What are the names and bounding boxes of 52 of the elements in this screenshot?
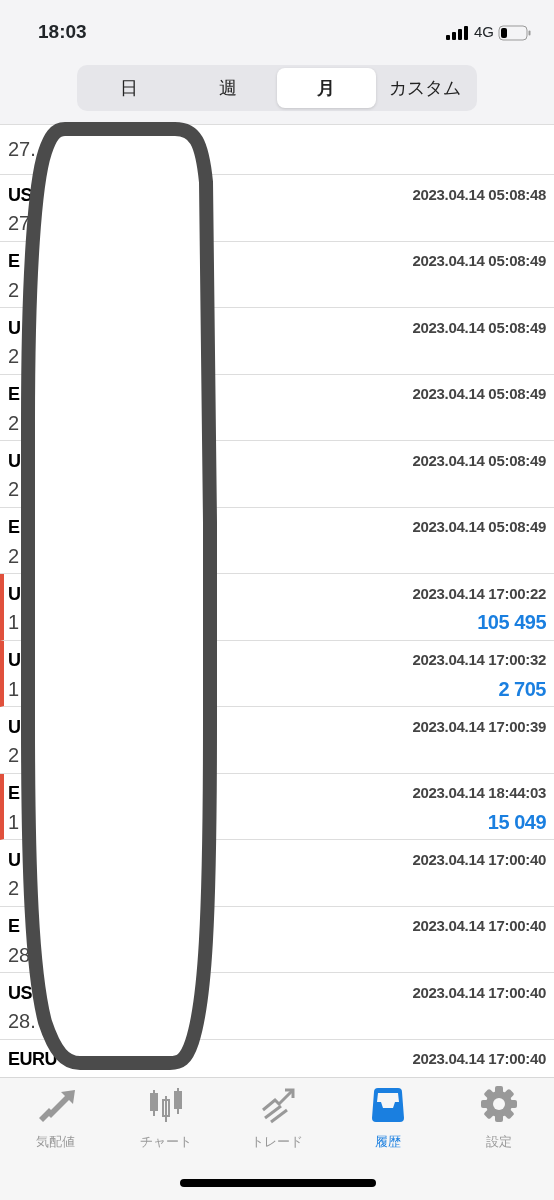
- deal-time: 2023.04.14 18:44:03: [412, 783, 546, 804]
- volume-text: 2: [8, 743, 20, 768]
- symbol-text: E: [8, 383, 20, 406]
- profit-text: 15 049: [487, 809, 546, 835]
- volume-text: 27.: [8, 137, 36, 162]
- volume-text: 28.: [8, 1009, 36, 1034]
- symbol-text: U: [8, 649, 21, 672]
- deal-time: 2023.04.14 17:00:39: [412, 716, 546, 737]
- deal-time: 2023.04.14 05:08:49: [412, 450, 546, 471]
- deal-time: 2023.04.14 17:00:32: [412, 650, 546, 671]
- settings-icon: [479, 1084, 519, 1124]
- symbol-text: U: [8, 582, 21, 606]
- volume-text: 2: [8, 477, 20, 502]
- symbol-text: E: [8, 915, 20, 938]
- deal-time: 2023.04.14 05:08:49: [412, 251, 546, 272]
- symbol-text: US: [8, 981, 32, 1005]
- deal-time: 2023.04.14 17:00:22: [412, 583, 546, 604]
- symbol-text: EURU: [8, 1048, 57, 1071]
- period-tab[interactable]: 月: [277, 68, 376, 108]
- battery-icon: [498, 24, 532, 41]
- deal-time: 2023.04.14 05:08:49: [412, 517, 546, 538]
- volume-text: 1: [8, 676, 20, 702]
- deal-time: 2023.04.14 17:00:40: [412, 849, 546, 870]
- symbol-text: U: [8, 449, 21, 473]
- volume-text: 2: [8, 410, 20, 436]
- volume-text: 2: [8, 543, 20, 569]
- network-type: 4G: [474, 22, 494, 43]
- symbol-text: U: [8, 848, 21, 872]
- symbol-text: E: [8, 250, 20, 273]
- signal-icon: [446, 25, 470, 40]
- deal-time: 2023.04.14 17:00:40: [412, 1049, 546, 1070]
- volume-text: 2: [8, 876, 20, 901]
- volume-text: 1: [8, 610, 20, 635]
- volume-text: 1: [8, 809, 20, 835]
- deal-time: 2023.04.14 05:08:49: [412, 384, 546, 405]
- profit-text: 105 495: [477, 610, 546, 635]
- symbol-text: E: [8, 782, 20, 805]
- deal-time: 2023.04.14 05:08:48: [412, 184, 546, 205]
- deal-time: 2023.04.14 17:00:40: [412, 982, 546, 1003]
- symbol-text: E: [8, 516, 20, 539]
- period-tab[interactable]: 週: [178, 68, 277, 108]
- symbol-text: U: [8, 715, 21, 739]
- volume-text: 2: [8, 277, 20, 303]
- symbol-text: U: [8, 316, 21, 340]
- profit-text: 2 705: [498, 676, 546, 702]
- period-tab[interactable]: 日: [80, 68, 179, 108]
- clock: 18:03: [38, 20, 87, 45]
- volume-text: 2: [8, 344, 20, 369]
- tab-bar-item[interactable]: 履歴: [333, 1078, 443, 1200]
- deal-time: 2023.04.14 17:00:40: [412, 916, 546, 937]
- period-tab[interactable]: カスタム: [375, 68, 474, 108]
- deal-time: 2023.04.14 05:08:49: [412, 317, 546, 338]
